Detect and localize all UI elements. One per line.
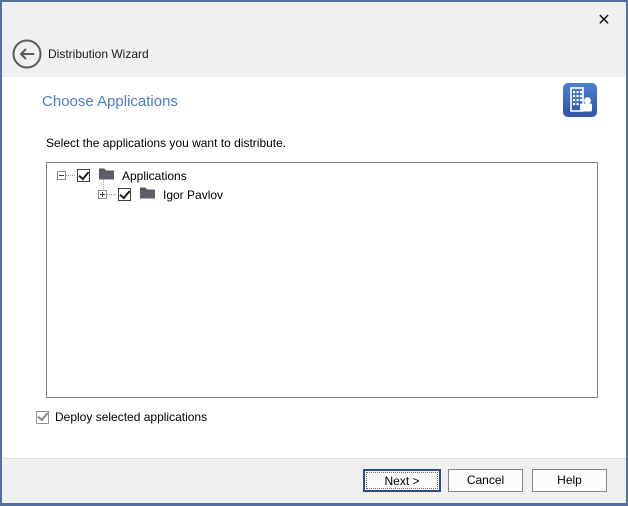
distribution-wizard-window: Distribution Wizard ✕ Choose Application… bbox=[0, 0, 628, 506]
igor-pavlov-checkbox[interactable] bbox=[118, 188, 131, 201]
applications-tree[interactable]: Applications Igor Pavlov bbox=[46, 162, 598, 398]
tree-dotted-connector bbox=[107, 194, 116, 195]
help-button[interactable]: Help bbox=[532, 469, 607, 492]
collapse-icon[interactable] bbox=[57, 171, 66, 180]
instruction-text: Select the applications you want to dist… bbox=[46, 136, 286, 150]
next-button[interactable]: Next > bbox=[363, 469, 441, 492]
page-title: Choose Applications bbox=[42, 93, 178, 110]
tree-item-igor-pavlov[interactable]: Igor Pavlov bbox=[98, 185, 597, 204]
button-bar: Next > Cancel Help bbox=[2, 458, 626, 503]
title-bar: Distribution Wizard ✕ bbox=[2, 2, 626, 77]
tree-item-label[interactable]: Igor Pavlov bbox=[163, 188, 223, 202]
applications-icon bbox=[562, 82, 598, 118]
tree-item-applications[interactable]: Applications bbox=[57, 166, 597, 185]
tree-dotted-connector bbox=[66, 175, 75, 176]
tree-item-label[interactable]: Applications bbox=[122, 169, 187, 183]
expand-icon[interactable] bbox=[98, 190, 107, 199]
deploy-checkbox[interactable] bbox=[36, 411, 49, 424]
back-arrow-icon bbox=[12, 56, 42, 73]
window-title: Distribution Wizard bbox=[48, 47, 149, 61]
wizard-page: Choose Applications bbox=[2, 77, 626, 459]
deploy-option: Deploy selected applications bbox=[34, 410, 207, 424]
cancel-button[interactable]: Cancel bbox=[448, 469, 523, 492]
folder-icon bbox=[98, 166, 115, 185]
deploy-checkbox-label: Deploy selected applications bbox=[55, 410, 207, 424]
folder-icon bbox=[139, 185, 156, 204]
focus-rectangle bbox=[366, 472, 438, 489]
close-icon[interactable]: ✕ bbox=[592, 8, 616, 32]
applications-checkbox[interactable] bbox=[77, 169, 90, 182]
back-button[interactable] bbox=[12, 39, 42, 69]
